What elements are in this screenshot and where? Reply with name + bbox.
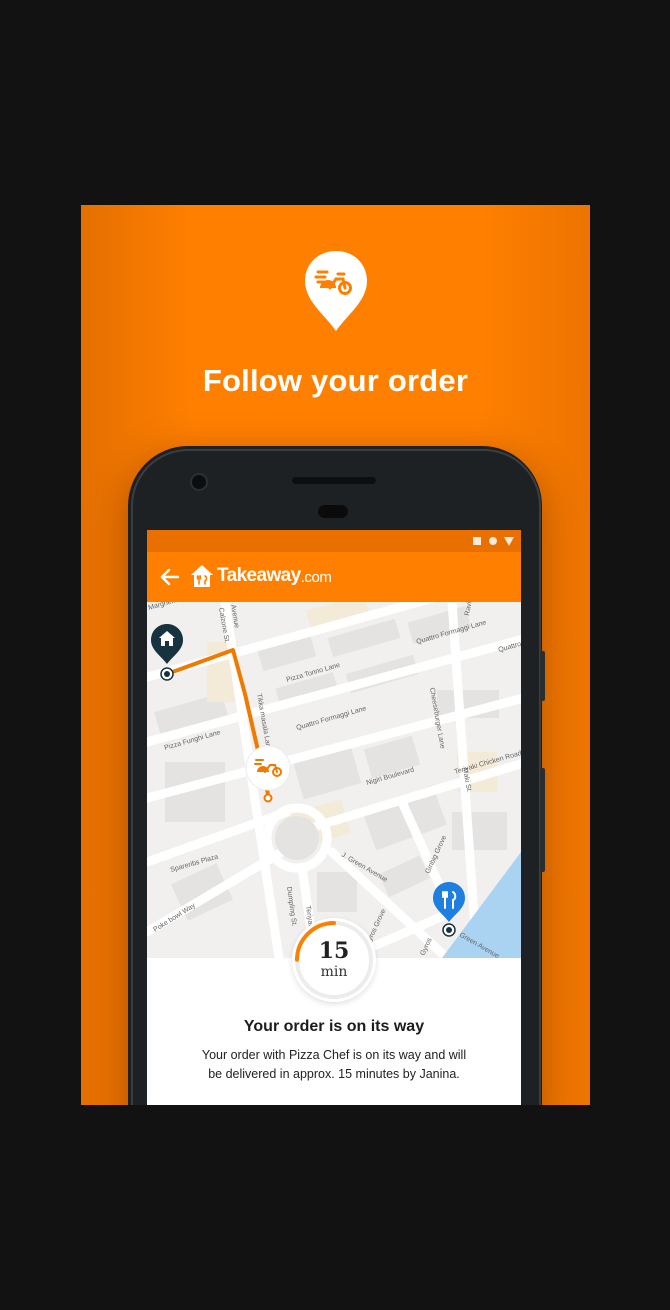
phone-mockup: Takeaway .com Calzone St. Avenue Pizza T…	[128, 446, 545, 1105]
home-location-dot-center	[164, 671, 170, 677]
brand-name: Takeaway	[217, 565, 301, 586]
brand-tld: .com	[300, 569, 332, 586]
map-canvas: Margherita St. Calzone St. Avenue Pizza …	[147, 602, 521, 958]
eta-timer: 15 min	[292, 918, 376, 1002]
circle-icon	[489, 537, 497, 545]
restaurant-location-dot-center	[446, 927, 452, 933]
order-status-title: Your order is on its way	[243, 1018, 425, 1035]
status-bar	[147, 530, 521, 552]
banner-headline: Follow your order	[202, 363, 469, 398]
triangle-icon	[504, 537, 514, 546]
delivery-map[interactable]: Margherita St. Calzone St. Avenue Pizza …	[147, 602, 521, 958]
phone-camera	[190, 473, 208, 491]
phone-volume-button	[540, 768, 545, 872]
eta-number: 15	[318, 938, 350, 964]
eta-unit: min	[320, 964, 348, 980]
brand-logo: Takeaway .com	[189, 560, 332, 592]
courier-bike-icon[interactable]	[245, 745, 291, 791]
phone-sensor	[318, 505, 348, 518]
order-status-message: Your order with Pizza Chef is on its way…	[201, 1048, 467, 1081]
takeaway-house-logo-icon	[191, 565, 213, 587]
phone-speaker	[292, 477, 376, 484]
square-icon	[473, 537, 481, 545]
phone-power-button	[540, 651, 545, 701]
promo-banner: Follow your order Takeaway .com Calzone …	[81, 205, 590, 1105]
courier-location-dot	[263, 793, 273, 803]
arrow-left-icon[interactable]	[155, 562, 187, 592]
delivery-bike-pin-icon	[305, 251, 367, 331]
phone-screen: Takeaway .com Calzone St. Avenue Pizza T…	[147, 530, 521, 1105]
app-bar: Takeaway .com	[147, 552, 521, 602]
